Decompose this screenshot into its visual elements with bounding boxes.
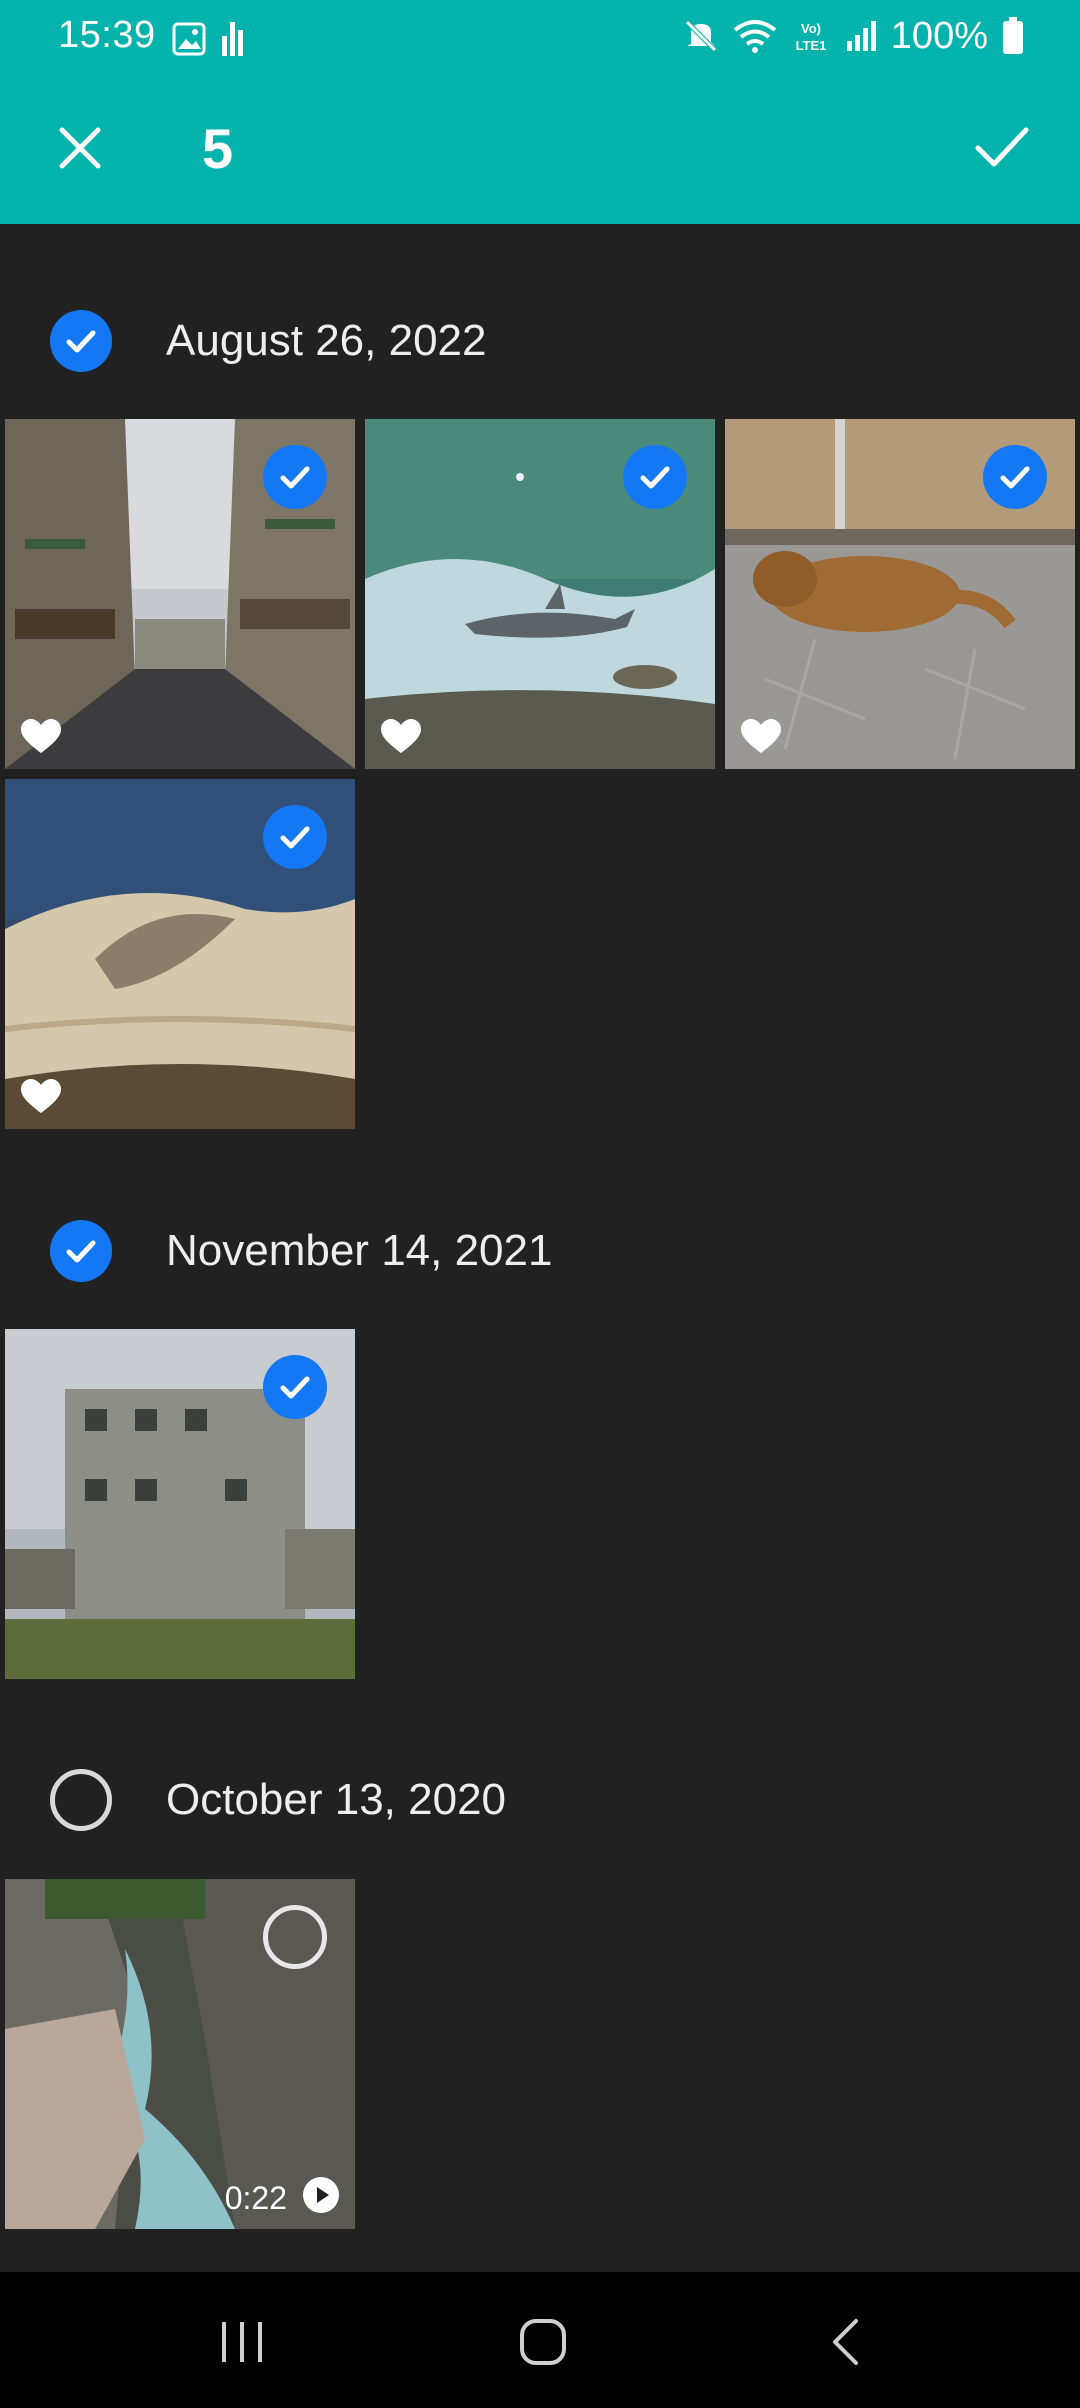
item-select-checkbox[interactable]: [263, 1355, 327, 1419]
item-select-checkbox[interactable]: [263, 1905, 327, 1969]
favorite-heart-icon: [21, 719, 61, 753]
home-button[interactable]: [503, 2302, 583, 2382]
mute-icon: [685, 20, 717, 52]
date-group-header[interactable]: October 13, 2020: [0, 1749, 1080, 1849]
check-icon: [66, 330, 96, 353]
video-thumbnail[interactable]: 0:22: [5, 1879, 355, 2229]
recents-icon: [222, 2322, 262, 2362]
battery-icon: [1003, 17, 1023, 54]
item-select-checkbox[interactable]: [263, 805, 327, 869]
back-button[interactable]: [805, 2302, 885, 2382]
status-right: Vo) LTE1 100%: [683, 14, 1024, 58]
video-duration: 0:22: [224, 2180, 287, 2216]
status-bar: 15:39 Vo) LTE1 100%: [0, 0, 1080, 76]
selection-app-bar: 5: [0, 76, 1080, 224]
check-icon: [975, 127, 1029, 167]
close-button[interactable]: [40, 108, 120, 188]
bars-icon: [222, 22, 243, 56]
back-icon: [833, 2319, 858, 2365]
photo-thumbnail[interactable]: [5, 419, 355, 769]
top-bar: 15:39 Vo) LTE1 100% 5: [0, 0, 1080, 224]
check-icon: [640, 466, 670, 489]
check-icon: [1000, 466, 1030, 489]
photo-thumbnail[interactable]: [725, 419, 1075, 769]
play-icon: [303, 2177, 339, 2213]
home-icon: [520, 2319, 566, 2365]
favorite-heart-icon: [741, 719, 781, 753]
volte-icon: Vo) LTE1: [795, 21, 826, 53]
date-group-header[interactable]: August 26, 2022: [0, 290, 1080, 390]
image-icon: [172, 22, 206, 56]
item-select-checkbox[interactable]: [983, 445, 1047, 509]
check-icon: [280, 466, 310, 489]
group-select-checkbox[interactable]: [50, 1769, 112, 1831]
signal-icon: [846, 21, 876, 51]
group-date: October 13, 2020: [166, 1775, 507, 1824]
favorite-heart-icon: [21, 1079, 61, 1113]
item-select-checkbox[interactable]: [263, 445, 327, 509]
battery-percent: 100%: [890, 14, 988, 57]
status-time: 15:39: [58, 14, 156, 56]
photo-thumbnail[interactable]: [5, 1329, 355, 1679]
check-icon: [280, 1376, 310, 1399]
check-icon: [280, 826, 310, 849]
group-date: November 14, 2021: [166, 1226, 553, 1275]
svg-text:Vo): Vo): [801, 21, 821, 36]
close-icon: [59, 127, 101, 169]
wifi-icon: [733, 20, 777, 53]
system-navigation-bar: [0, 2272, 1080, 2408]
photo-thumbnail[interactable]: [5, 779, 355, 1129]
done-button[interactable]: [960, 108, 1044, 188]
check-icon: [66, 1240, 96, 1263]
favorite-heart-icon: [381, 719, 421, 753]
recents-button[interactable]: [202, 2302, 282, 2382]
photo-thumbnail[interactable]: [365, 419, 715, 769]
svg-text:LTE1: LTE1: [795, 38, 826, 53]
date-group-header[interactable]: November 14, 2021: [0, 1200, 1080, 1300]
selected-count: 5: [202, 117, 234, 180]
group-select-checkbox[interactable]: [50, 310, 112, 372]
group-select-checkbox[interactable]: [50, 1220, 112, 1282]
item-select-checkbox[interactable]: [623, 445, 687, 509]
group-date: August 26, 2022: [166, 316, 487, 365]
